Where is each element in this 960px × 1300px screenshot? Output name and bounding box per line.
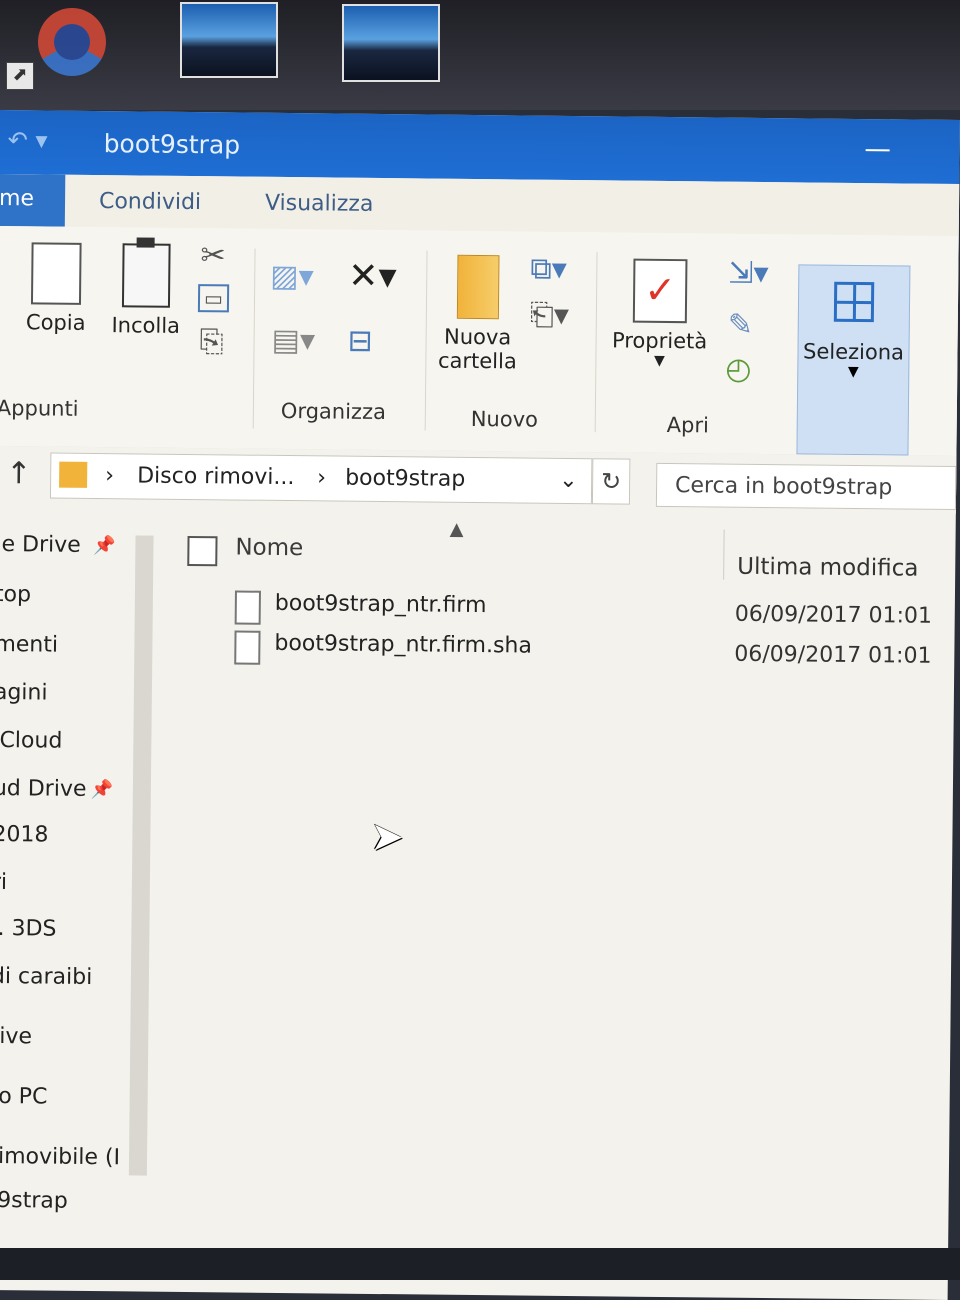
column-header-modified[interactable]: Ultima modifica: [737, 554, 918, 582]
column-separator[interactable]: [723, 529, 725, 580]
copy-to-icon[interactable]: ▤▾: [271, 323, 315, 358]
breadcrumb-separator-icon: ›: [317, 465, 327, 491]
mouse-cursor-icon: ➤: [370, 813, 405, 861]
history-icon[interactable]: ◴: [725, 352, 752, 387]
proprieta-button[interactable]: ✓ Proprietà ▼: [609, 258, 710, 369]
file-modified: 06/09/2017 01:01: [734, 641, 932, 669]
file-row[interactable]: boot9strap_ntr.firm.sha 06/09/2017 01:01: [234, 628, 934, 675]
taskbar: [0, 1248, 960, 1280]
nav-scrollbar[interactable]: [128, 535, 154, 1176]
shortcut-arrow-icon: ⬈: [6, 62, 34, 90]
group-label-appunti: Appunti: [0, 395, 79, 421]
nav-item[interactable]: rimovibile (I: [0, 1144, 120, 1170]
sort-ascending-icon: ▲: [449, 518, 464, 540]
file-name[interactable]: boot9strap_ntr.firm: [275, 591, 487, 618]
incolla-button[interactable]: Incolla: [106, 243, 187, 338]
incolla-label: Incolla: [111, 313, 181, 338]
pin-icon[interactable]: 📌: [93, 535, 116, 556]
minimize-button[interactable]: [865, 149, 890, 152]
chevron-down-icon[interactable]: ⌄: [559, 468, 578, 493]
nav-item[interactable]: agini: [0, 680, 48, 706]
group-label-organizza: Organizza: [280, 398, 387, 425]
group-separator: [252, 248, 256, 429]
search-input[interactable]: Cerca in boot9strap: [655, 462, 957, 511]
seleziona-label: Seleziona: [802, 339, 905, 365]
new-folder-icon: [456, 254, 500, 320]
title-bar[interactable]: ↶ ▾ boot9strap: [0, 110, 960, 185]
group-separator: [594, 252, 598, 433]
paste-shortcut-icon[interactable]: ⎘: [199, 324, 223, 359]
tab-visualizza[interactable]: Visualizza: [265, 191, 374, 217]
nav-item[interactable]: rive: [0, 1024, 32, 1049]
desktop-thumbnail-1[interactable]: [180, 2, 278, 78]
folder-icon: [59, 461, 88, 488]
nav-item[interactable]: menti: [0, 632, 58, 658]
tab-home[interactable]: me: [0, 173, 66, 227]
file-icon: [234, 590, 261, 625]
move-to-icon[interactable]: ▨▾: [270, 259, 314, 294]
up-arrow-icon[interactable]: ↑: [6, 456, 32, 491]
tab-condividi[interactable]: Condividi: [99, 189, 201, 215]
copy-path-icon[interactable]: ▭: [197, 284, 230, 313]
seleziona-dropdown-icon: ▼: [847, 363, 859, 381]
nav-item[interactable]: ri: [0, 870, 7, 895]
proprieta-label: Proprietà: [611, 328, 708, 354]
window-title: boot9strap: [103, 129, 241, 160]
breadcrumb-separator-icon: ›: [105, 463, 115, 489]
chrome-icon[interactable]: [38, 8, 106, 76]
breadcrumb-disco[interactable]: Disco rimovi...: [137, 463, 294, 490]
nav-item[interactable]: ud Drive: [0, 776, 87, 802]
nuova-cartella-label-2: cartella: [437, 348, 517, 374]
navigation-pane: le Drive 📌 top menti agini iCloud ud Dri…: [0, 504, 156, 1214]
rename-icon[interactable]: ⊟: [347, 324, 373, 359]
copia-label: Copia: [25, 310, 86, 335]
file-modified: 06/09/2017 01:01: [734, 601, 933, 629]
new-item-icon[interactable]: ⧉▾: [530, 252, 567, 287]
group-label-nuovo: Nuovo: [470, 406, 539, 432]
file-list: Nome ▲ Ultima modifica boot9strap_ntr.fi…: [159, 506, 956, 1214]
breadcrumb-boot9strap[interactable]: boot9strap: [345, 466, 465, 492]
delete-icon[interactable]: ✕▾: [348, 256, 397, 298]
desktop-thumbnail-2[interactable]: [342, 4, 440, 82]
address-bar: ↑ › Disco rimovi... › boot9strap ⌄ ↻ Cer…: [0, 445, 957, 515]
group-label-apri: Apri: [666, 412, 710, 438]
open-icon[interactable]: ⇲▾: [728, 256, 769, 291]
nav-item[interactable]: 2018: [0, 822, 49, 848]
nav-item[interactable]: iCloud: [0, 728, 62, 754]
seleziona-button[interactable]: Seleziona ▼: [796, 264, 911, 456]
copia-button[interactable]: Copia: [18, 242, 95, 335]
select-icon: [833, 281, 875, 323]
nav-item[interactable]: t9strap: [0, 1188, 68, 1214]
desktop-background: ⬈: [0, 0, 960, 110]
paste-icon: [121, 243, 171, 308]
nav-item[interactable]: l. 3DS: [0, 916, 57, 942]
column-header-name[interactable]: Nome: [235, 534, 303, 561]
file-icon: [234, 630, 261, 665]
scissors-icon[interactable]: ✂: [200, 238, 226, 273]
nuova-cartella-label-1: Nuova: [443, 324, 512, 350]
file-explorer-window: ↶ ▾ boot9strap me Condividi Visualizza C…: [0, 110, 960, 1300]
proprieta-dropdown-icon: ▼: [653, 352, 665, 369]
ribbon: Copia Incolla ✂ ▭ ⎘ Appunti ▨▾ ✕▾ ▤▾ ⊟ O…: [0, 225, 959, 458]
select-all-checkbox[interactable]: [187, 535, 218, 567]
nav-item[interactable]: le Drive: [0, 532, 81, 558]
nav-item[interactable]: di caraibi: [0, 964, 92, 990]
address-field[interactable]: › Disco rimovi... › boot9strap ⌄: [49, 452, 593, 505]
file-name[interactable]: boot9strap_ntr.firm.sha: [274, 631, 532, 659]
quick-access-toolbar-icon[interactable]: ↶ ▾: [8, 126, 68, 157]
copy-icon: [30, 242, 82, 305]
nav-item[interactable]: to PC: [0, 1084, 48, 1110]
pin-icon[interactable]: 📌: [91, 779, 114, 800]
easy-access-icon[interactable]: ⎗▾: [530, 298, 569, 333]
refresh-button[interactable]: ↻: [591, 458, 631, 505]
edit-icon[interactable]: ✎: [728, 308, 754, 343]
nav-item[interactable]: top: [0, 582, 31, 607]
properties-icon: ✓: [632, 258, 688, 324]
group-separator: [424, 250, 428, 431]
nuova-cartella-button[interactable]: Nuova cartella: [435, 254, 520, 374]
